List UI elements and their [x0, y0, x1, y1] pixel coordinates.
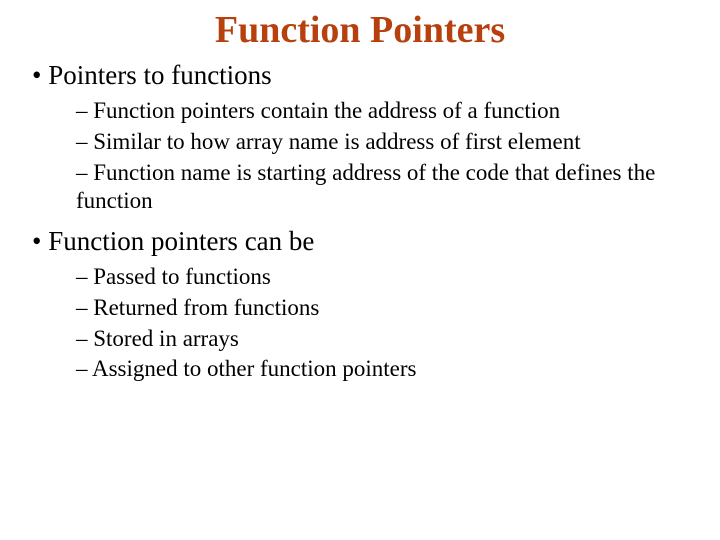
slide-title: Function Pointers: [24, 8, 696, 52]
bullet-item: Pointers to functions Function pointers …: [32, 60, 696, 216]
sub-bullet-item: Function name is starting address of the…: [76, 159, 696, 217]
sub-bullet-list: Function pointers contain the address of…: [32, 97, 696, 216]
bullet-label: Pointers to functions: [48, 60, 272, 90]
sub-bullet-list: Passed to functions Returned from functi…: [32, 263, 696, 384]
sub-bullet-item: Similar to how array name is address of …: [76, 128, 696, 157]
sub-bullet-item: Stored in arrays: [76, 325, 696, 354]
sub-bullet-item: Assigned to other function pointers: [76, 355, 696, 384]
sub-bullet-item: Returned from functions: [76, 294, 696, 323]
bullet-label: Function pointers can be: [48, 226, 314, 256]
sub-bullet-item: Function pointers contain the address of…: [76, 97, 696, 126]
slide: Function Pointers Pointers to functions …: [0, 0, 720, 540]
bullet-item: Function pointers can be Passed to funct…: [32, 226, 696, 384]
sub-bullet-item: Passed to functions: [76, 263, 696, 292]
bullet-list: Pointers to functions Function pointers …: [24, 60, 696, 384]
